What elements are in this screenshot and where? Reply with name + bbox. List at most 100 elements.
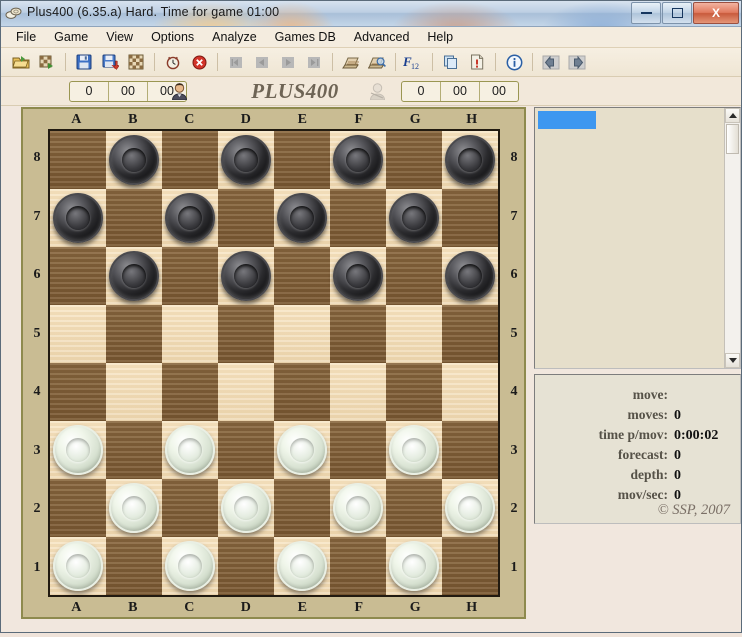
board-square-E5[interactable] — [274, 305, 330, 363]
board-square-E6[interactable] — [274, 247, 330, 305]
board-square-A6[interactable] — [50, 247, 106, 305]
menu-game[interactable]: Game — [45, 28, 97, 46]
stop-icon[interactable] — [187, 50, 211, 74]
board-square-G3[interactable] — [386, 421, 442, 479]
board-square-D7[interactable] — [218, 189, 274, 247]
board-square-C3[interactable] — [162, 421, 218, 479]
menu-analyze[interactable]: Analyze — [203, 28, 265, 46]
board-pattern-icon[interactable] — [124, 50, 148, 74]
black-piece-D8[interactable] — [221, 135, 271, 185]
board-square-H1[interactable] — [442, 537, 498, 595]
board-square-D2[interactable] — [218, 479, 274, 537]
board-square-D1[interactable] — [218, 537, 274, 595]
arrow-right-icon[interactable] — [565, 50, 589, 74]
black-piece-C7[interactable] — [165, 193, 215, 243]
menu-advanced[interactable]: Advanced — [345, 28, 419, 46]
white-piece-E1[interactable] — [277, 541, 327, 591]
board-square-G4[interactable] — [386, 363, 442, 421]
move-list-selected-row[interactable] — [538, 111, 596, 129]
print-preview-icon[interactable] — [365, 50, 389, 74]
open-board-icon[interactable] — [35, 50, 59, 74]
info-icon[interactable] — [502, 50, 526, 74]
board-square-B4[interactable] — [106, 363, 162, 421]
board-square-E3[interactable] — [274, 421, 330, 479]
board-square-H4[interactable] — [442, 363, 498, 421]
black-piece-G7[interactable] — [389, 193, 439, 243]
black-piece-H6[interactable] — [445, 251, 495, 301]
minimize-button[interactable] — [631, 2, 661, 24]
board-square-G8[interactable] — [386, 131, 442, 189]
white-piece-E3[interactable] — [277, 425, 327, 475]
black-piece-A7[interactable] — [53, 193, 103, 243]
checkers-board[interactable]: A B C D E F G H A B C D E F G H 8 7 6 5 4 3 2 1 8 7 6 5 4 3 2 1 — [21, 107, 526, 619]
maximize-button[interactable] — [662, 2, 692, 24]
save-disk-icon[interactable] — [72, 50, 96, 74]
board-square-A3[interactable] — [50, 421, 106, 479]
board-square-A7[interactable] — [50, 189, 106, 247]
board-square-C4[interactable] — [162, 363, 218, 421]
black-piece-F8[interactable] — [333, 135, 383, 185]
board-square-B3[interactable] — [106, 421, 162, 479]
black-piece-D6[interactable] — [221, 251, 271, 301]
black-piece-H8[interactable] — [445, 135, 495, 185]
board-square-E8[interactable] — [274, 131, 330, 189]
black-piece-F6[interactable] — [333, 251, 383, 301]
board-square-A8[interactable] — [50, 131, 106, 189]
board-square-F5[interactable] — [330, 305, 386, 363]
black-piece-B6[interactable] — [109, 251, 159, 301]
board-square-H2[interactable] — [442, 479, 498, 537]
board-square-B2[interactable] — [106, 479, 162, 537]
notes-icon[interactable] — [465, 50, 489, 74]
board-square-B6[interactable] — [106, 247, 162, 305]
board-square-B8[interactable] — [106, 131, 162, 189]
board-square-A4[interactable] — [50, 363, 106, 421]
white-piece-B2[interactable] — [109, 483, 159, 533]
board-square-H8[interactable] — [442, 131, 498, 189]
board-square-F2[interactable] — [330, 479, 386, 537]
board-square-B5[interactable] — [106, 305, 162, 363]
menu-games-db[interactable]: Games DB — [266, 28, 345, 46]
menu-options[interactable]: Options — [142, 28, 203, 46]
scroll-down-button[interactable] — [725, 353, 740, 368]
board-square-C2[interactable] — [162, 479, 218, 537]
board-square-D5[interactable] — [218, 305, 274, 363]
white-piece-D2[interactable] — [221, 483, 271, 533]
board-square-E4[interactable] — [274, 363, 330, 421]
white-piece-A3[interactable] — [53, 425, 103, 475]
close-button[interactable]: X — [693, 2, 739, 24]
board-square-A2[interactable] — [50, 479, 106, 537]
board-square-H3[interactable] — [442, 421, 498, 479]
board-square-H7[interactable] — [442, 189, 498, 247]
board-square-F4[interactable] — [330, 363, 386, 421]
white-piece-C3[interactable] — [165, 425, 215, 475]
white-piece-G3[interactable] — [389, 425, 439, 475]
menu-help[interactable]: Help — [418, 28, 462, 46]
copy-board-icon[interactable] — [439, 50, 463, 74]
board-square-F7[interactable] — [330, 189, 386, 247]
black-piece-E7[interactable] — [277, 193, 327, 243]
board-square-A5[interactable] — [50, 305, 106, 363]
arrow-left-icon[interactable] — [539, 50, 563, 74]
board-square-F3[interactable] — [330, 421, 386, 479]
board-square-D6[interactable] — [218, 247, 274, 305]
save-as-icon[interactable] — [98, 50, 122, 74]
scroll-up-button[interactable] — [725, 108, 740, 123]
print-icon[interactable] — [339, 50, 363, 74]
board-square-H6[interactable] — [442, 247, 498, 305]
black-piece-B8[interactable] — [109, 135, 159, 185]
board-square-D8[interactable] — [218, 131, 274, 189]
board-square-H5[interactable] — [442, 305, 498, 363]
board-square-G5[interactable] — [386, 305, 442, 363]
board-square-D4[interactable] — [218, 363, 274, 421]
board-square-B7[interactable] — [106, 189, 162, 247]
white-piece-F2[interactable] — [333, 483, 383, 533]
board-square-F1[interactable] — [330, 537, 386, 595]
board-square-B1[interactable] — [106, 537, 162, 595]
board-square-F6[interactable] — [330, 247, 386, 305]
move-list[interactable] — [534, 107, 741, 369]
board-square-G6[interactable] — [386, 247, 442, 305]
board-square-E7[interactable] — [274, 189, 330, 247]
board-square-D3[interactable] — [218, 421, 274, 479]
board-square-E2[interactable] — [274, 479, 330, 537]
board-square-G7[interactable] — [386, 189, 442, 247]
